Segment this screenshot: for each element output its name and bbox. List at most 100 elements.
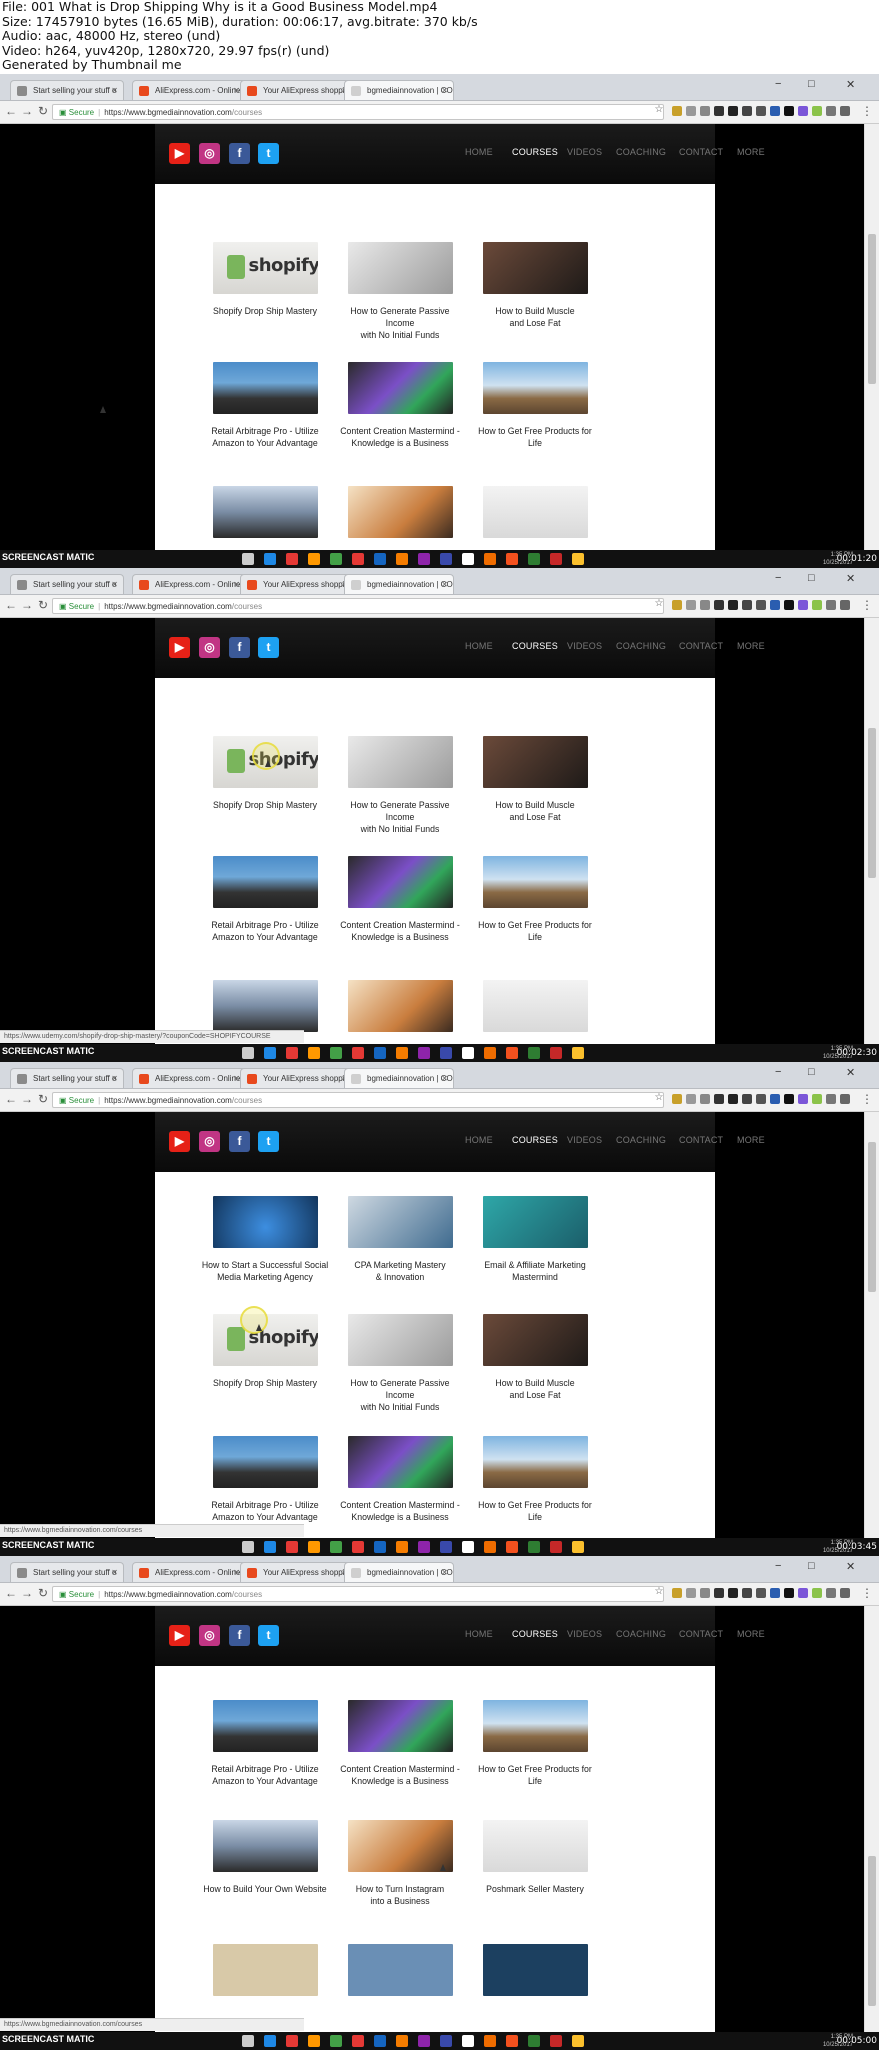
browser-tab[interactable]: AliExpress.com - Online ✕ — [132, 1068, 246, 1088]
nav-videos[interactable]: VIDEOS — [567, 641, 602, 651]
extension-icon[interactable] — [812, 106, 822, 116]
browser-tab[interactable]: AliExpress.com - Online ✕ — [132, 574, 246, 594]
maximize-icon[interactable]: □ — [808, 1560, 815, 1572]
extension-icon[interactable] — [756, 600, 766, 610]
browser-tab[interactable]: AliExpress.com - Online ✕ — [132, 1562, 246, 1582]
course-card[interactable]: How to Get Free Products for Life — [465, 1700, 605, 1788]
taskbar-app-icon[interactable] — [286, 1047, 298, 1059]
course-thumbnail[interactable] — [482, 1314, 588, 1366]
minimize-icon[interactable]: − — [775, 78, 781, 90]
course-thumbnail[interactable] — [482, 1436, 588, 1488]
menu-icon[interactable]: ⋮ — [860, 1586, 874, 1600]
course-card[interactable] — [465, 1944, 605, 1996]
youtube-icon[interactable]: ▶ — [169, 143, 190, 164]
course-title[interactable]: Shopify Drop Ship Mastery — [201, 306, 330, 318]
course-card[interactable]: How to Build Your Own Website — [195, 1820, 335, 1896]
course-title[interactable]: Shopify Drop Ship Mastery — [201, 800, 330, 812]
bookmark-star-icon[interactable]: ☆ — [652, 1092, 666, 1103]
course-title[interactable]: CPA Marketing Mastery & Innovation — [336, 1260, 465, 1284]
taskbar-app-icon[interactable] — [264, 553, 276, 565]
extension-icon[interactable] — [728, 600, 738, 610]
taskbar-app-icon[interactable] — [352, 1047, 364, 1059]
twitter-icon[interactable]: t — [258, 143, 279, 164]
taskbar-app-icon[interactable] — [550, 1541, 562, 1553]
scrollbar-thumb[interactable] — [868, 234, 876, 384]
course-title[interactable]: Content Creation Mastermind - Knowledge … — [336, 426, 465, 450]
browser-tab[interactable]: Start selling your stuff o ✕ — [10, 574, 124, 594]
extension-icon[interactable] — [700, 1094, 710, 1104]
taskbar-app-icon[interactable] — [396, 1047, 408, 1059]
reload-icon[interactable]: ↻ — [36, 104, 50, 118]
extension-icon[interactable] — [770, 1094, 780, 1104]
taskbar-app-icon[interactable] — [484, 1047, 496, 1059]
bookmark-star-icon[interactable]: ☆ — [652, 598, 666, 609]
taskbar-app-icon[interactable] — [440, 2035, 452, 2047]
course-thumbnail[interactable] — [212, 856, 318, 908]
extension-icon[interactable] — [840, 600, 850, 610]
scrollbar[interactable] — [864, 618, 879, 1044]
course-title[interactable]: How to Generate Passive Income with No I… — [336, 1378, 465, 1414]
browser-tab[interactable]: Your AliExpress shoppin✕ — [240, 574, 354, 594]
course-title[interactable]: Poshmark Seller Mastery — [471, 1884, 600, 1896]
taskbar-app-icon[interactable] — [264, 1541, 276, 1553]
course-thumbnail[interactable] — [347, 736, 453, 788]
course-card[interactable]: How to Get Free Products for Life — [465, 856, 605, 944]
course-card[interactable]: How to Build Muscle and Lose Fat — [465, 242, 605, 330]
extension-icon[interactable] — [798, 1094, 808, 1104]
taskbar-app-icon[interactable] — [396, 2035, 408, 2047]
taskbar-app-icon[interactable] — [418, 553, 430, 565]
close-icon[interactable]: ✕ — [846, 572, 855, 585]
course-card[interactable]: How to Turn Instagram into a Business — [330, 1820, 470, 1908]
taskbar-app-icon[interactable] — [462, 553, 474, 565]
facebook-icon[interactable]: f — [229, 1131, 250, 1152]
course-card[interactable]: How to Build Your Own Website — [195, 486, 335, 550]
course-card[interactable] — [330, 1944, 470, 1996]
course-title[interactable]: Retail Arbitrage Pro - Utilize Amazon to… — [201, 1764, 330, 1788]
course-card[interactable]: How to Generate Passive Income with No I… — [330, 242, 470, 342]
taskbar-app-icon[interactable] — [572, 1541, 584, 1553]
taskbar-app-icon[interactable] — [374, 2035, 386, 2047]
taskbar-app-icon[interactable] — [484, 1541, 496, 1553]
youtube-icon[interactable]: ▶ — [169, 637, 190, 658]
taskbar-app-icon[interactable] — [528, 1047, 540, 1059]
nav-contact[interactable]: CONTACT — [679, 147, 723, 157]
course-card[interactable]: How to Turn Instagram into a Business — [330, 980, 470, 1044]
scrollbar-thumb[interactable] — [868, 728, 876, 878]
extension-icon[interactable] — [686, 1588, 696, 1598]
course-card[interactable]: Content Creation Mastermind - Knowledge … — [330, 856, 470, 944]
taskbar-app-icon[interactable] — [572, 2035, 584, 2047]
course-thumbnail[interactable] — [347, 362, 453, 414]
scrollbar[interactable] — [864, 1606, 879, 2032]
taskbar-app-icon[interactable] — [264, 2035, 276, 2047]
course-thumbnail[interactable] — [212, 1196, 318, 1248]
taskbar-app-icon[interactable] — [242, 553, 254, 565]
extension-icon[interactable] — [686, 600, 696, 610]
extension-icon[interactable] — [672, 106, 682, 116]
extension-icon[interactable] — [728, 1588, 738, 1598]
url-input[interactable]: ▣ Secure | https://www.bgmediainnovation.c… — [52, 598, 664, 614]
close-icon[interactable]: ✕ — [846, 1066, 855, 1079]
nav-videos[interactable]: VIDEOS — [567, 1135, 602, 1145]
browser-tab[interactable]: Start selling your stuff o ✕ — [10, 80, 124, 100]
twitter-icon[interactable]: t — [258, 1131, 279, 1152]
taskbar-app-icon[interactable] — [374, 1541, 386, 1553]
extension-icon[interactable] — [826, 1588, 836, 1598]
taskbar-app-icon[interactable] — [462, 2035, 474, 2047]
taskbar-app-icon[interactable] — [286, 1541, 298, 1553]
taskbar-app-icon[interactable] — [242, 1047, 254, 1059]
course-thumbnail[interactable] — [212, 486, 318, 538]
course-title[interactable]: Email & Affiliate Marketing Mastermind — [471, 1260, 600, 1284]
extension-icon[interactable] — [784, 106, 794, 116]
taskbar-app-icon[interactable] — [352, 1541, 364, 1553]
back-icon[interactable]: ← — [4, 1586, 18, 1600]
forward-icon[interactable]: → — [20, 104, 34, 118]
course-thumbnail[interactable] — [347, 1944, 453, 1996]
extension-icon[interactable] — [672, 1588, 682, 1598]
taskbar-app-icon[interactable] — [484, 2035, 496, 2047]
url-input[interactable]: ▣ Secure | https://www.bgmediainnovation.c… — [52, 1092, 664, 1108]
browser-tab[interactable]: AliExpress.com - Online ✕ — [132, 80, 246, 100]
extension-icon[interactable] — [700, 1588, 710, 1598]
nav-coaching[interactable]: COACHING — [616, 1135, 666, 1145]
extension-icon[interactable] — [840, 1588, 850, 1598]
course-card[interactable]: How to Get Free Products for Life — [465, 362, 605, 450]
